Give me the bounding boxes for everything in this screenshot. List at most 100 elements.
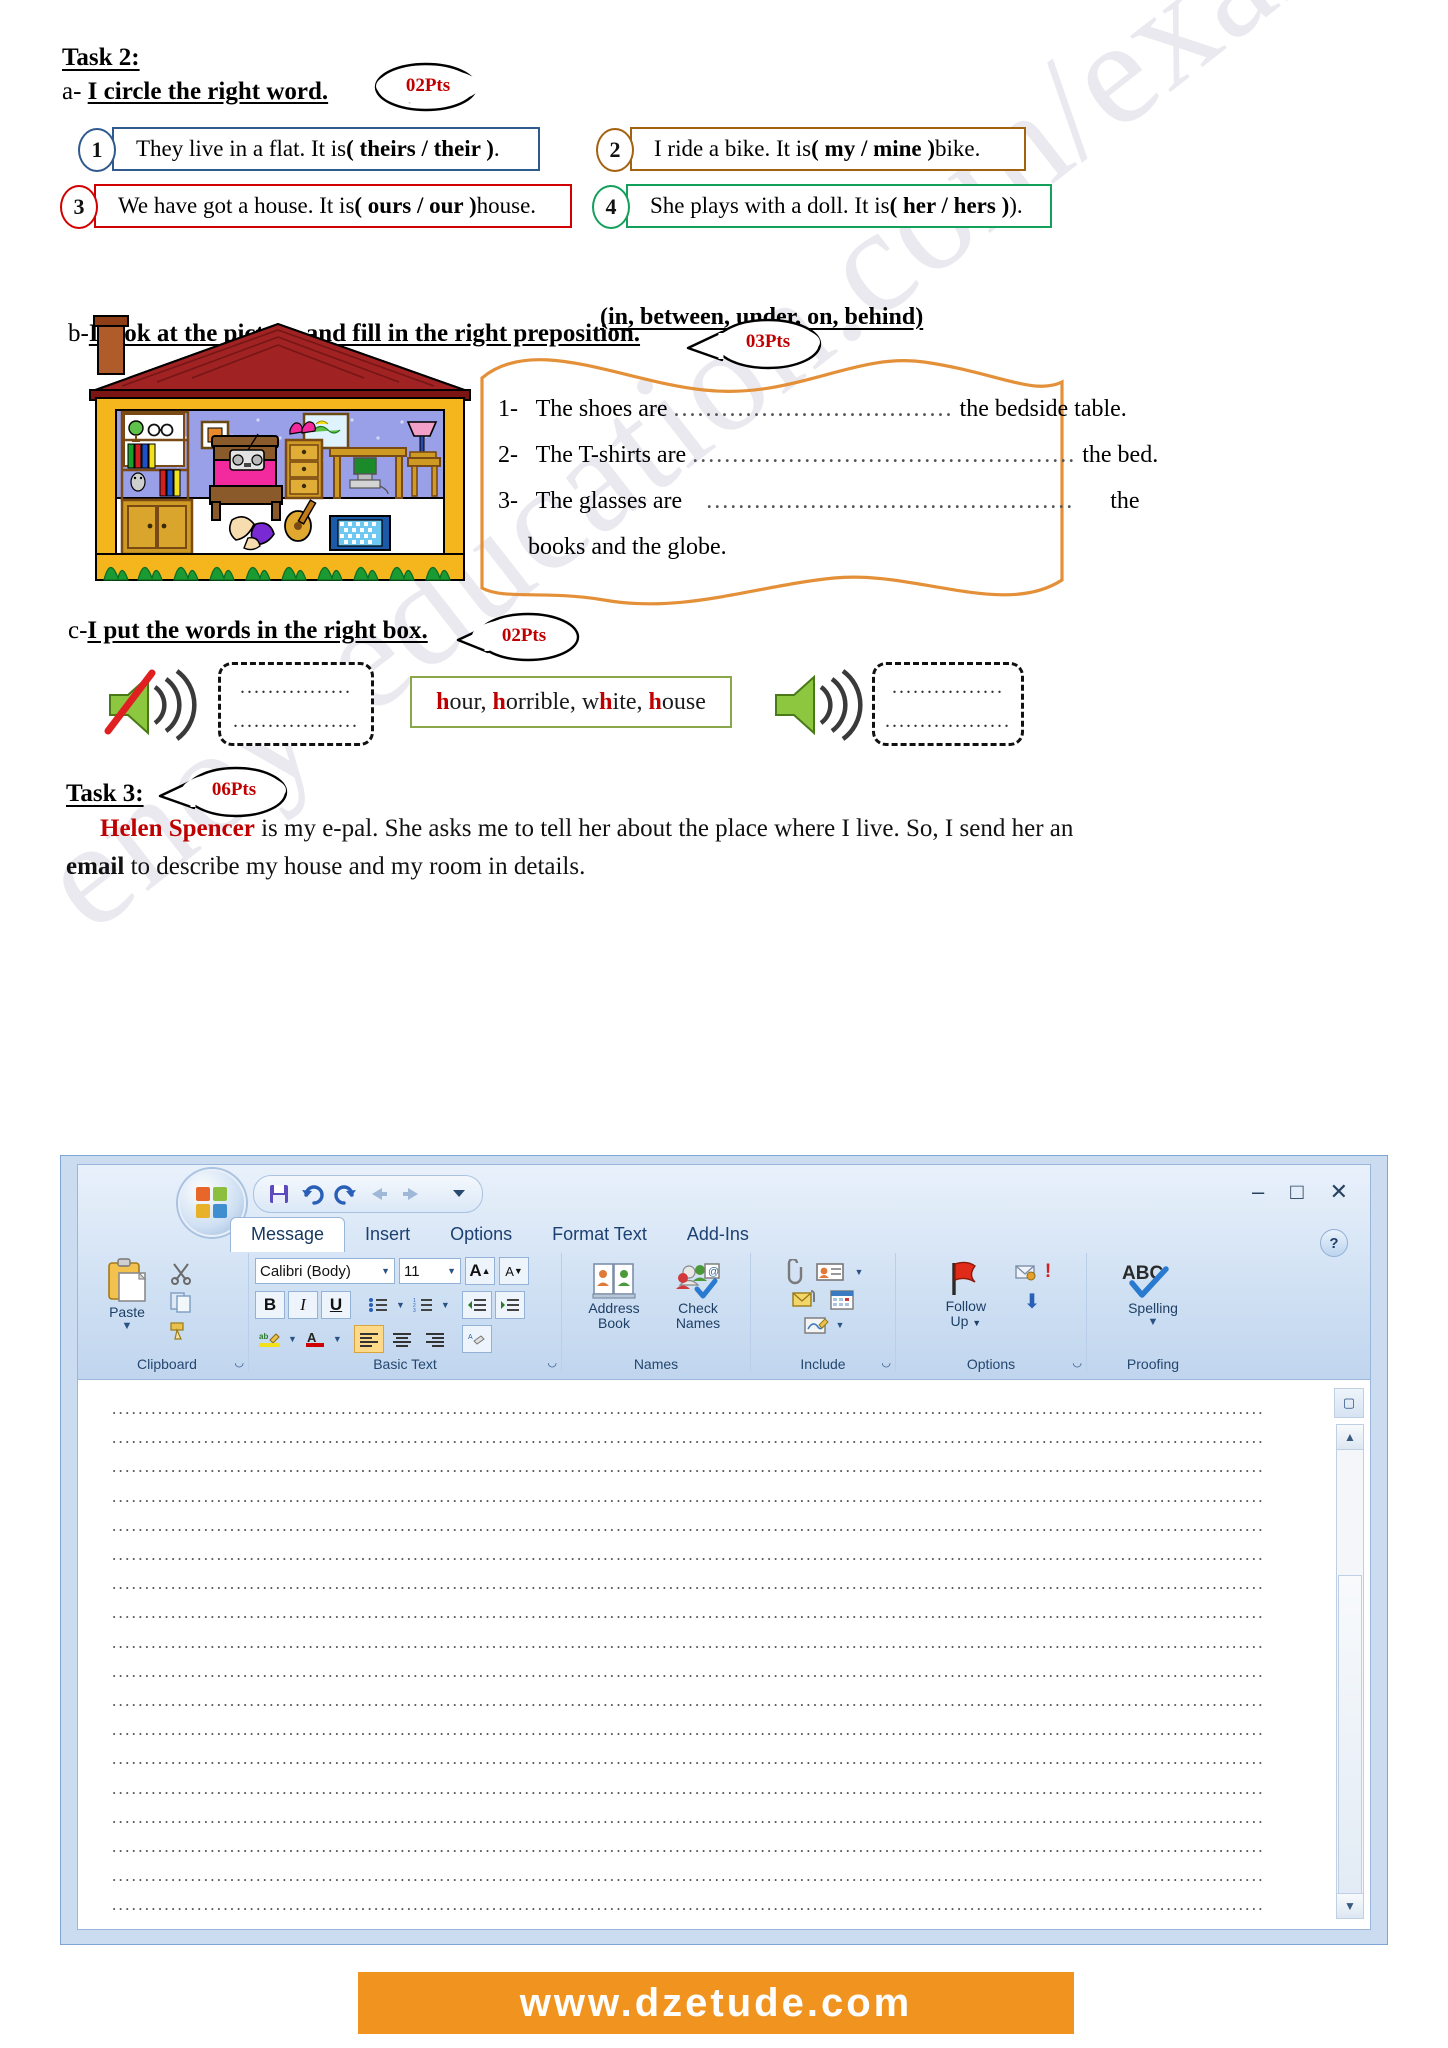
increase-indent-button[interactable] <box>494 1291 525 1319</box>
font-name-input[interactable]: Calibri (Body) ▼ <box>255 1258 395 1284</box>
sentence-box-2[interactable]: I ride a bike. It is ( my / mine ) bike. <box>630 127 1026 171</box>
message-body-line[interactable]: ........................................… <box>112 1628 1308 1657</box>
message-body-line[interactable]: ........................................… <box>112 1511 1308 1540</box>
cut-icon[interactable] <box>168 1261 194 1285</box>
tab-format-text[interactable]: Format Text <box>532 1218 667 1252</box>
calendar-icon[interactable] <box>829 1287 855 1311</box>
tab-message[interactable]: Message <box>230 1217 346 1252</box>
decrease-indent-button[interactable] <box>461 1291 492 1319</box>
font-name-dropdown-icon[interactable]: ▼ <box>381 1266 390 1276</box>
sentence-1-choice[interactable]: ( theirs / their ) <box>346 136 494 162</box>
attach-file-icon[interactable] <box>783 1259 805 1285</box>
font-color-button[interactable]: A <box>300 1325 330 1353</box>
message-body-line[interactable]: ........................................… <box>112 1744 1308 1773</box>
follow-up-dropdown-icon[interactable]: ▼ <box>972 1318 981 1328</box>
silent-h-box[interactable]: ................ .................. <box>218 662 374 746</box>
maximize-button[interactable]: □ <box>1290 1179 1303 1205</box>
customize-quick-access-icon[interactable] <box>450 1185 468 1203</box>
underline-button[interactable]: U <box>321 1291 351 1319</box>
tab-add-ins[interactable]: Add-Ins <box>667 1218 769 1252</box>
font-size-input[interactable]: 11 ▼ <box>399 1258 461 1284</box>
message-body-line[interactable]: ........................................… <box>112 1540 1308 1569</box>
prep-2-blank[interactable]: ........................................… <box>692 442 1076 468</box>
align-left-button[interactable] <box>353 1325 384 1353</box>
follow-up-button[interactable]: Follow Up ▼ <box>931 1259 1001 1331</box>
font-color-dropdown-icon[interactable]: ▼ <box>333 1334 342 1344</box>
redo-icon[interactable] <box>334 1183 358 1205</box>
save-icon[interactable] <box>268 1183 290 1205</box>
message-body-line[interactable]: ........................................… <box>112 1686 1308 1715</box>
permission-icon[interactable] <box>1013 1261 1037 1283</box>
message-body-line[interactable]: ........................................… <box>112 1803 1308 1832</box>
message-body-line[interactable]: ........................................… <box>112 1774 1308 1803</box>
paste-dropdown-icon[interactable]: ▼ <box>122 1320 133 1332</box>
message-body-area[interactable]: ........................................… <box>78 1380 1370 1929</box>
low-importance-icon[interactable]: ⬇ <box>1024 1289 1041 1314</box>
prep-3-blank[interactable]: ........................................… <box>706 488 1074 514</box>
previous-icon[interactable] <box>368 1183 390 1205</box>
message-body-line[interactable]: ........................................… <box>112 1423 1308 1452</box>
prep-1-blank[interactable]: ................................... <box>674 396 954 422</box>
ribbon-tabs[interactable]: Message Insert Options Format Text Add-I… <box>230 1217 769 1252</box>
message-body-line[interactable]: ........................................… <box>112 1452 1308 1481</box>
clipboard-dialog-launcher[interactable]: ◡ <box>234 1356 244 1369</box>
message-body-line[interactable]: ........................................… <box>112 1920 1308 1929</box>
bold-button[interactable]: B <box>255 1291 285 1319</box>
business-card-icon[interactable] <box>815 1260 845 1284</box>
pronounced-h-box[interactable]: ................ .................. <box>872 662 1024 746</box>
clear-formatting-button[interactable]: A <box>461 1325 492 1353</box>
spelling-button[interactable]: ABC Spelling ▼ <box>1105 1259 1201 1328</box>
include-dialog-launcher[interactable]: ◡ <box>881 1356 891 1369</box>
message-body-line[interactable]: ........................................… <box>112 1598 1308 1627</box>
tab-insert[interactable]: Insert <box>345 1218 430 1252</box>
highlight-dropdown-icon[interactable]: ▼ <box>288 1334 297 1344</box>
sentence-3-choice[interactable]: ( ours / our ) <box>354 193 476 219</box>
scroll-up-button[interactable]: ▲ <box>1337 1425 1363 1450</box>
grow-font-button[interactable]: A ▲ <box>465 1257 495 1285</box>
minimize-button[interactable]: – <box>1252 1179 1264 1205</box>
quick-access-toolbar[interactable] <box>253 1175 483 1213</box>
high-importance-icon[interactable]: ! <box>1045 1261 1051 1283</box>
spelling-dropdown-icon[interactable]: ▼ <box>1148 1316 1159 1328</box>
business-card-dropdown-icon[interactable]: ▼ <box>855 1267 864 1277</box>
undo-icon[interactable] <box>300 1183 324 1205</box>
italic-button[interactable]: I <box>288 1291 318 1319</box>
options-dialog-launcher[interactable]: ◡ <box>1072 1356 1082 1369</box>
message-body-line[interactable]: ........................................… <box>112 1657 1308 1686</box>
align-right-button[interactable] <box>420 1325 450 1353</box>
paste-button[interactable]: Paste ▼ <box>92 1257 162 1332</box>
message-body-line[interactable]: ........................................… <box>112 1569 1308 1598</box>
copy-icon[interactable] <box>168 1290 194 1314</box>
signature-icon[interactable] <box>802 1313 830 1337</box>
close-button[interactable]: ✕ <box>1330 1179 1348 1205</box>
message-body-line[interactable]: ........................................… <box>112 1482 1308 1511</box>
format-painter-icon[interactable] <box>168 1319 194 1343</box>
bullets-button[interactable] <box>363 1291 393 1319</box>
message-body-line[interactable]: ........................................… <box>112 1832 1308 1861</box>
bullets-dropdown-icon[interactable]: ▼ <box>396 1300 405 1310</box>
check-names-button[interactable]: @ Check Names <box>663 1261 733 1331</box>
highlight-button[interactable]: ab <box>255 1325 285 1353</box>
sentence-box-4[interactable]: She plays with a doll. It is ( her / her… <box>626 184 1052 228</box>
sentence-4-choice[interactable]: ( her / hers ) <box>890 193 1010 219</box>
numbering-dropdown-icon[interactable]: ▼ <box>441 1300 450 1310</box>
signature-dropdown-icon[interactable]: ▼ <box>836 1320 845 1330</box>
align-center-button[interactable] <box>387 1325 417 1353</box>
tab-options[interactable]: Options <box>430 1218 532 1252</box>
scroll-thumb[interactable] <box>1338 1575 1362 1897</box>
sentence-2-choice[interactable]: ( my / mine ) <box>811 136 935 162</box>
sentence-box-1[interactable]: They live in a flat. It is ( theirs / th… <box>112 127 540 171</box>
scroll-down-button[interactable]: ▼ <box>1337 1893 1363 1918</box>
message-body-line[interactable]: ........................................… <box>112 1715 1308 1744</box>
message-body-line[interactable]: ........................................… <box>112 1394 1308 1423</box>
numbering-button[interactable]: 1 2 3 <box>408 1291 438 1319</box>
message-body-lines[interactable]: ........................................… <box>112 1394 1308 1929</box>
sentence-box-3[interactable]: We have got a house. It is ( ours / our … <box>94 184 572 228</box>
message-body-line[interactable]: ........................................… <box>112 1890 1308 1919</box>
attach-item-icon[interactable] <box>791 1287 819 1311</box>
address-book-button[interactable]: Address Book <box>579 1261 649 1331</box>
scroll-split-button[interactable]: ▢ <box>1334 1388 1364 1418</box>
vertical-scrollbar[interactable]: ▲ ▼ <box>1336 1424 1364 1919</box>
window-controls[interactable]: – □ ✕ <box>1252 1179 1348 1205</box>
message-body-line[interactable]: ........................................… <box>112 1861 1308 1890</box>
